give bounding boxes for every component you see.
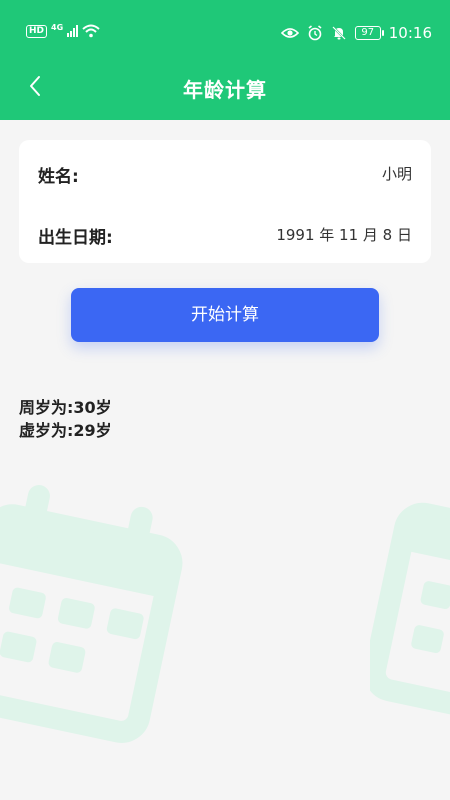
calendar-decoration-left [0,485,183,743]
network-type: 4G [51,22,64,32]
clock-time: 10:16 [388,24,432,42]
status-left: HD 4G [26,22,100,38]
calendar-decoration-right [370,502,450,720]
birthdate-label: 出生日期: [38,228,113,248]
name-row[interactable]: 姓名: 小明 [19,152,431,192]
wifi-icon [82,24,100,38]
eye-icon [280,28,299,38]
status-bar: HD 4G 97 10:16 [0,20,450,48]
status-right: 97 10:16 [280,24,432,42]
info-card: 姓名: 小明 出生日期: 1991 年 11 月 8 日 [19,140,431,263]
start-calculate-button[interactable]: 开始计算 [71,288,379,342]
alarm-icon [308,25,322,41]
full-age-result: 周岁为:30岁 [19,398,112,417]
hd-badge: HD [26,24,48,38]
nav-bar: 年龄计算 [0,62,450,112]
name-label: 姓名: [38,167,79,187]
page-title: 年龄计算 [183,78,267,102]
nominal-age-result: 虚岁为:29岁 [19,421,112,440]
name-value[interactable]: 小明 [382,163,412,184]
screen: HD 4G 97 10:16 年龄计算 姓名: 小明 出生日期: 1991 年 … [0,0,450,800]
signal-icon [67,25,79,37]
results: 周岁为:30岁 虚岁为:29岁 [19,396,112,442]
birthdate-value[interactable]: 1991 年 11 月 8 日 [276,224,412,245]
birthdate-row[interactable]: 出生日期: 1991 年 11 月 8 日 [19,213,431,253]
battery-icon: 97 [354,26,384,40]
app-header: HD 4G 97 10:16 年龄计算 [0,0,450,120]
mute-bell-icon [331,26,346,40]
